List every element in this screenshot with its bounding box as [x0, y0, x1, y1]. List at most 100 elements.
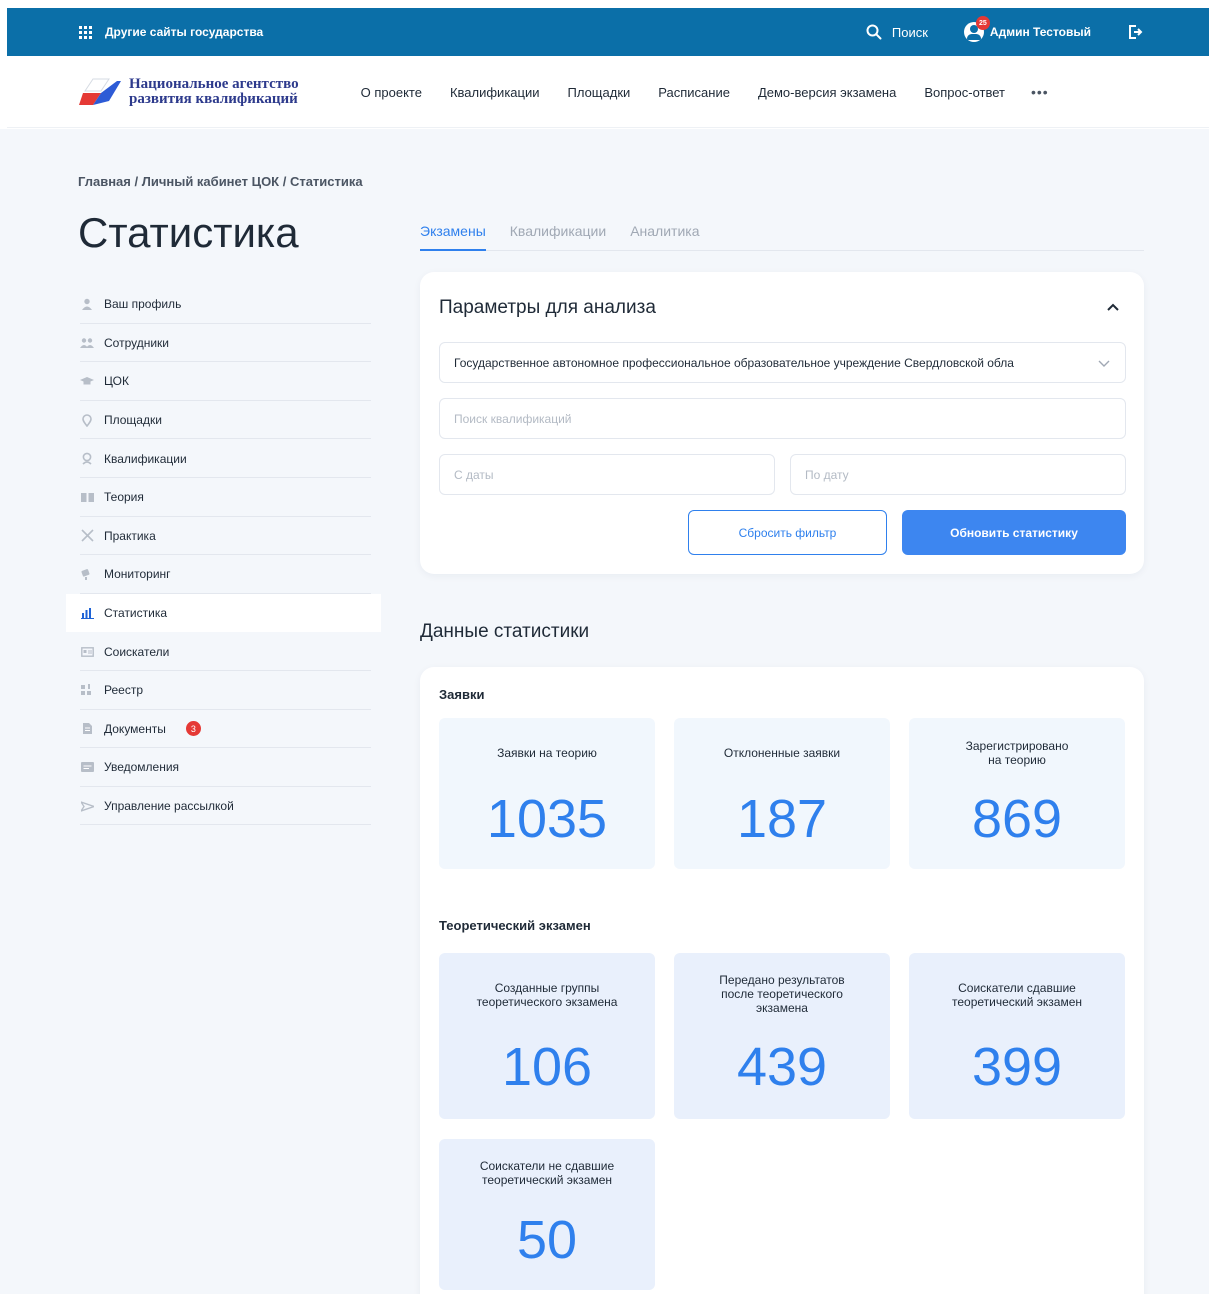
documents-badge: 3	[185, 721, 201, 737]
sidebar-item-statistics[interactable]: Статистика	[66, 593, 381, 633]
stat-tile-theory-applications: Заявки на теорию 1035	[439, 718, 655, 869]
breadcrumb: Главная / Личный кабинет ЦОК / Статистик…	[78, 174, 363, 189]
stat-label: Заявки на теорию	[497, 746, 597, 760]
sidebar-item-theory[interactable]: Теория	[66, 478, 381, 517]
sidebar-item-label: Практика	[104, 528, 156, 543]
stat-tile-failed-theory: Соискатели не сдавшие теоретический экза…	[439, 1139, 655, 1290]
main-content: Главная / Личный кабинет ЦОК / Статистик…	[0, 129, 1209, 1294]
stat-label: Созданные группы теоретического экзамена	[476, 981, 618, 1009]
search-label: Поиск	[891, 24, 928, 40]
reset-filter-button[interactable]: Сбросить фильтр	[688, 510, 887, 555]
stat-label: Соискатели сдавшие теоретический экзамен	[951, 981, 1082, 1009]
sidebar-item-label: Соискатели	[104, 644, 170, 659]
stat-value: 439	[736, 1037, 828, 1097]
date-to-input[interactable]	[790, 454, 1126, 495]
sidebar-item-label: Управление рассылкой	[104, 799, 234, 814]
stat-value: 399	[971, 1037, 1063, 1097]
nav-faq[interactable]: Вопрос-ответ	[924, 85, 1005, 100]
stat-tile-passed-theory: Соискатели сдавшие теоретический экзамен…	[909, 953, 1125, 1119]
document-icon	[80, 722, 94, 736]
tab-exams[interactable]: Экзамены	[420, 221, 486, 251]
people-icon	[80, 336, 94, 350]
sidebar-item-label: Реестр	[104, 683, 143, 698]
sidebar-item-documents[interactable]: Документы 3	[66, 710, 381, 749]
sidebar-item-label: Сотрудники	[104, 335, 169, 350]
sidebar-item-qualifications[interactable]: Квалификации	[66, 439, 381, 478]
tab-qualifications[interactable]: Квалификации	[510, 221, 606, 251]
other-sites-link[interactable]: Другие сайты государства	[79, 25, 263, 39]
user-name: Админ Тестовый	[989, 25, 1091, 39]
bar-chart-icon	[80, 606, 94, 620]
tools-icon	[80, 529, 94, 543]
date-from-input[interactable]	[439, 454, 775, 495]
sidebar-item-center[interactable]: ЦОК	[66, 362, 381, 401]
stat-tile-registered-theory: Зарегистрировано на теорию 869	[909, 718, 1125, 869]
sidebar-item-profile[interactable]: Ваш профиль	[66, 285, 381, 324]
gov-top-bar: Другие сайты государства Поиск 25 Админ …	[7, 8, 1209, 56]
sidebar-item-label: Уведомления	[104, 760, 180, 775]
award-icon	[80, 452, 94, 466]
sidebar-item-venues[interactable]: Площадки	[66, 401, 381, 440]
registry-icon	[80, 683, 94, 697]
stat-tile-results-transferred: Передано результатов после теоретическог…	[674, 953, 890, 1119]
logo[interactable]: Национальное агентство развития квалифик…	[79, 77, 299, 107]
nav-venues[interactable]: Площадки	[568, 85, 631, 100]
nav-qualifications[interactable]: Квалификации	[450, 85, 540, 100]
stat-label: Отклоненные заявки	[723, 746, 841, 760]
nav-about[interactable]: О проекте	[361, 85, 422, 100]
stat-value: 187	[736, 789, 828, 849]
video-camera-icon	[80, 567, 94, 581]
nav-schedule[interactable]: Расписание	[658, 85, 730, 100]
graduation-cap-icon	[80, 374, 94, 388]
send-icon	[80, 799, 94, 813]
stats-card: Заявки Заявки на теорию 1035 Отклоненные…	[420, 667, 1144, 1294]
person-icon	[80, 297, 94, 311]
sidebar-item-mailing[interactable]: Управление рассылкой	[66, 787, 381, 826]
logo-line-1: Национальное агентство	[129, 76, 299, 92]
qualification-search-input[interactable]	[439, 398, 1126, 439]
more-menu-icon[interactable]: •••	[1031, 84, 1049, 100]
stat-label: Соискатели не сдавшие теоретический экза…	[479, 1159, 615, 1187]
message-icon	[80, 760, 94, 774]
sidebar-item-label: Документы	[104, 721, 166, 736]
sidebar-item-monitoring[interactable]: Мониторинг	[66, 555, 381, 594]
search-icon	[866, 24, 882, 40]
stat-value: 1035	[486, 789, 608, 849]
sidebar: Ваш профиль Сотрудники ЦОК Площадки Квал…	[66, 285, 381, 825]
stats-title: Данные статистики	[420, 621, 590, 642]
update-statistics-button[interactable]: Обновить статистику	[902, 510, 1126, 555]
search-button[interactable]: Поиск	[866, 24, 928, 40]
logout-icon[interactable]	[1127, 24, 1143, 40]
sidebar-item-practice[interactable]: Практика	[66, 517, 381, 556]
tab-analytics[interactable]: Аналитика	[630, 221, 699, 251]
applications-section-label: Заявки	[439, 687, 485, 702]
sidebar-item-notifications[interactable]: Уведомления	[66, 748, 381, 787]
chevron-down-icon	[1098, 360, 1110, 367]
user-menu[interactable]: 25 Админ Тестовый	[963, 16, 1091, 42]
site-header: Национальное агентство развития квалифик…	[7, 57, 1209, 128]
book-icon	[80, 490, 94, 504]
other-sites-label: Другие сайты государства	[105, 25, 264, 39]
organization-select[interactable]: Государственное автономное профессиональ…	[439, 342, 1126, 383]
theory-exam-section-label: Теоретический экзамен	[439, 918, 591, 933]
logo-mark-icon	[79, 78, 121, 105]
sidebar-item-label: Мониторинг	[104, 567, 171, 582]
main-nav: О проекте Квалификации Площадки Расписан…	[361, 85, 1005, 100]
location-pin-icon	[80, 413, 94, 427]
sidebar-item-applicants[interactable]: Соискатели	[66, 632, 381, 671]
stat-value: 106	[501, 1037, 593, 1097]
stat-value: 50	[516, 1210, 578, 1270]
chevron-up-icon[interactable]	[1106, 302, 1120, 312]
sidebar-item-label: ЦОК	[104, 374, 129, 389]
sidebar-item-registry[interactable]: Реестр	[66, 671, 381, 710]
analysis-params-card: Параметры для анализа Государственное ав…	[420, 272, 1144, 574]
params-title: Параметры для анализа	[439, 297, 656, 318]
stat-label: Передано результатов после теоретическог…	[719, 973, 845, 1015]
sidebar-item-label: Теория	[104, 490, 144, 505]
notifications-badge: 25	[975, 16, 990, 30]
nav-demo-exam[interactable]: Демо-версия экзамена	[758, 85, 896, 100]
sidebar-item-staff[interactable]: Сотрудники	[66, 324, 381, 363]
avatar-icon: 25	[963, 16, 990, 42]
id-card-icon	[80, 645, 94, 659]
stat-tile-created-groups: Созданные группы теоретического экзамена…	[439, 953, 655, 1119]
